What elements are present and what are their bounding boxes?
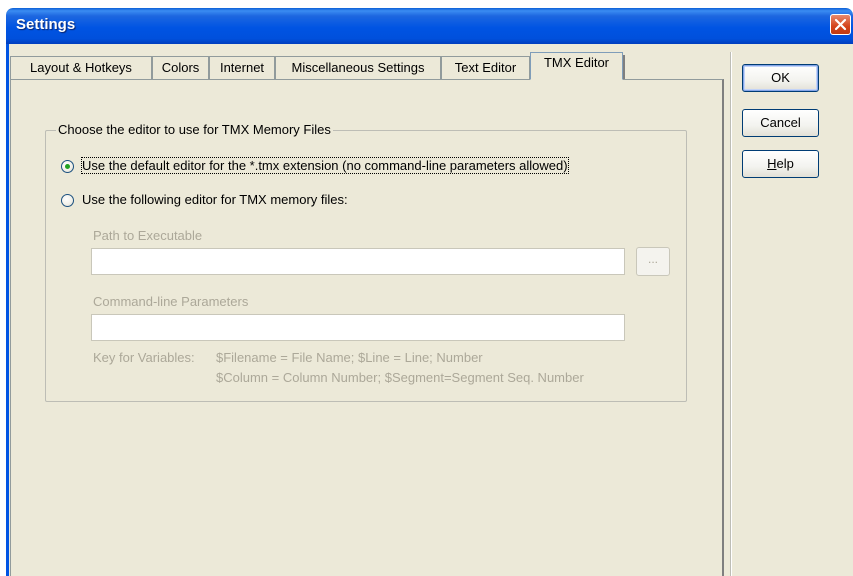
tab-miscellaneous-settings[interactable]: Miscellaneous Settings: [275, 56, 441, 79]
browse-button[interactable]: ...: [636, 247, 670, 276]
cancel-button[interactable]: Cancel: [742, 109, 819, 137]
key-line-1: $Filename = File Name; $Line = Line; Num…: [216, 350, 483, 365]
tab-label: Miscellaneous Settings: [291, 60, 425, 75]
tab-label: Text Editor: [454, 60, 517, 75]
help-mnemonic: H: [767, 156, 777, 171]
tab-label: Internet: [219, 60, 265, 75]
params-label: Command-line Parameters: [93, 294, 249, 309]
tab-label: Colors: [161, 60, 200, 75]
path-input[interactable]: [91, 248, 625, 275]
settings-dialog: Settings Layout & Hotkeys Colors Interne…: [6, 8, 853, 576]
ok-button[interactable]: OK: [742, 64, 819, 92]
window-frame-left: [6, 44, 9, 576]
tab-panel-tmx-editor: Choose the editor to use for TMX Memory …: [10, 79, 724, 576]
tab-internet[interactable]: Internet: [209, 56, 275, 79]
path-label: Path to Executable: [93, 228, 203, 243]
ok-label: OK: [771, 70, 790, 85]
tab-tmx-editor[interactable]: TMX Editor: [530, 52, 625, 80]
window-title: Settings: [16, 16, 76, 33]
tab-label: TMX Editor: [543, 55, 609, 70]
help-label: elp: [776, 156, 794, 171]
radio-selected-dot: [65, 164, 70, 169]
help-button[interactable]: Help: [742, 150, 819, 178]
radio-custom-editor[interactable]: [61, 194, 74, 207]
close-button[interactable]: [830, 14, 851, 35]
params-input[interactable]: [91, 314, 625, 341]
tab-colors[interactable]: Colors: [152, 56, 209, 79]
radio-default-editor[interactable]: [61, 160, 74, 173]
key-line-2: $Column = Column Number; $Segment=Segmen…: [216, 370, 584, 385]
close-icon: [834, 18, 847, 31]
tab-layout-hotkeys[interactable]: Layout & Hotkeys: [10, 56, 152, 79]
tab-text-editor[interactable]: Text Editor: [441, 56, 530, 79]
group-legend: Choose the editor to use for TMX Memory …: [56, 122, 333, 137]
cancel-label: Cancel: [760, 115, 801, 130]
tab-label: Layout & Hotkeys: [30, 60, 132, 75]
button-column-divider-highlight: [731, 52, 732, 576]
browse-label: ...: [647, 252, 658, 266]
key-label: Key for Variables:: [93, 350, 195, 365]
radio-custom-editor-label[interactable]: Use the following editor for TMX memory …: [82, 192, 348, 207]
title-bar[interactable]: Settings: [6, 8, 853, 44]
radio-default-editor-label[interactable]: Use the default editor for the *.tmx ext…: [81, 157, 569, 174]
